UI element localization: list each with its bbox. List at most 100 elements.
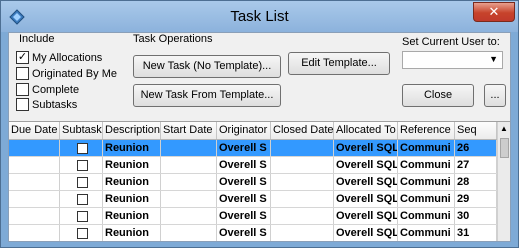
cell-description: Reunion [103,225,161,241]
close-button[interactable]: Close [402,84,474,107]
checkbox-complete[interactable]: Complete [16,82,79,97]
checkbox-subtasks[interactable]: Subtasks [16,97,77,112]
edit-template-button[interactable]: Edit Template... [288,52,390,75]
table-row[interactable]: Reunion Overell S Overell SQL Communi 29 [9,191,497,208]
checkbox-label: Subtasks [32,98,78,111]
cell-originator: Overell S [217,174,271,190]
window-title: Task List [230,8,289,25]
cell-description: Reunion [103,140,161,156]
vertical-scrollbar[interactable]: ▲ [497,122,510,241]
cell-closed-date [271,140,334,156]
subtask-checkbox[interactable] [76,210,88,222]
cell-originator: Overell S [217,208,271,224]
new-task-from-template-button[interactable]: New Task From Template... [133,84,281,107]
scroll-up-icon[interactable]: ▲ [500,124,508,133]
window-close-button[interactable]: ✕ [473,2,515,22]
scrollbar-thumb[interactable] [500,138,509,158]
cell-seq: 31 [455,225,497,241]
table-row[interactable]: Reunion Overell S Overell SQL Communi 27 [9,157,497,174]
cell-seq: 30 [455,208,497,224]
title-bar[interactable]: Task List ✕ [1,1,518,32]
checkbox-originated-by-me[interactable]: Originated By Me [16,66,117,81]
cell-closed-date [271,157,334,173]
cell-reference: Communi [398,191,455,207]
cell-allocated-to: Overell SQL [336,225,398,241]
current-user-label: Set Current User to: [402,36,500,48]
cell-due-date [9,191,60,207]
subtask-checkbox[interactable] [76,176,88,188]
cell-reference: Communi [398,140,455,156]
cell-originator: Overell S [217,191,271,207]
include-group-label: Include [19,33,55,45]
cell-allocated-to: Overell SQL [336,174,398,190]
column-header-closed-date[interactable]: Closed Date [271,122,334,139]
cell-seq: 29 [455,191,497,207]
cell-subtask[interactable] [60,174,103,190]
cell-subtask[interactable] [60,140,103,156]
grid-rows: Reunion Overell S Overell SQL Communi 26… [9,140,497,241]
cell-subtask[interactable] [60,208,103,224]
cell-allocated-to: Overell SQL [336,208,398,224]
cell-due-date [9,140,60,156]
cell-due-date [9,208,60,224]
cell-start-date [161,191,217,207]
table-row[interactable]: Reunion Overell S Overell SQL Communi 30 [9,208,497,225]
cell-subtask[interactable] [60,157,103,173]
subtask-checkbox[interactable] [76,227,88,239]
cell-start-date [161,157,217,173]
checkbox-box[interactable] [16,67,29,80]
column-header-allocated-to[interactable]: Allocated To [334,122,398,139]
cell-closed-date [271,174,334,190]
cell-allocated-to: Overell SQL [336,157,398,173]
cell-seq: 28 [455,174,497,190]
column-header-start-date[interactable]: Start Date [161,122,217,139]
task-list-window: Task List ✕ Include ✓ My Allocations Ori… [0,0,519,248]
column-header-reference[interactable]: Reference [398,122,455,139]
task-grid[interactable]: Due Date Subtask Description Start Date … [9,121,510,241]
checkbox-label: My Allocations [32,51,103,64]
client-area: Include ✓ My Allocations Originated By M… [8,32,511,242]
table-row[interactable]: Reunion Overell S Overell SQL Communi 26 [9,140,497,157]
cell-allocated-to: Overell SQL [336,191,398,207]
cell-description: Reunion [103,157,161,173]
cell-description: Reunion [103,191,161,207]
cell-due-date [9,225,60,241]
checkbox-box[interactable] [16,83,29,96]
column-header-due-date[interactable]: Due Date [9,122,60,139]
cell-start-date [161,174,217,190]
cell-seq: 27 [455,157,497,173]
column-header-originator[interactable]: Originator [217,122,271,139]
cell-originator: Overell S [217,225,271,241]
cell-description: Reunion [103,174,161,190]
column-header-subtask[interactable]: Subtask [60,122,103,139]
cell-closed-date [271,225,334,241]
column-header-description[interactable]: Description [103,122,161,139]
cell-originator: Overell S [217,157,271,173]
cell-reference: Communi [398,225,455,241]
table-row[interactable]: Reunion Overell S Overell SQL Communi 28 [9,174,497,191]
cell-subtask[interactable] [60,191,103,207]
checkbox-box[interactable]: ✓ [16,51,29,64]
cell-start-date [161,140,217,156]
cell-subtask[interactable] [60,225,103,241]
checkbox-label: Originated By Me [32,67,117,80]
subtask-checkbox[interactable] [76,142,88,154]
new-task-button[interactable]: New Task (No Template)... [133,55,281,78]
cell-start-date [161,208,217,224]
cell-due-date [9,157,60,173]
subtask-checkbox[interactable] [76,159,88,171]
checkbox-box[interactable] [16,98,29,111]
cell-allocated-to: Overell SQL [336,140,398,156]
cell-closed-date [271,191,334,207]
current-user-select[interactable]: ▼ [402,51,503,69]
chevron-down-icon[interactable]: ▼ [489,54,498,64]
cell-closed-date [271,208,334,224]
grid-header: Due Date Subtask Description Start Date … [9,122,497,140]
task-operations-label: Task Operations [133,33,213,45]
column-header-seq[interactable]: Seq [455,122,497,139]
table-row[interactable]: Reunion Overell S Overell SQL Communi 31 [9,225,497,241]
cell-reference: Communi [398,157,455,173]
checkbox-my-allocations[interactable]: ✓ My Allocations [16,50,102,65]
more-options-button[interactable]: ... [484,84,506,107]
subtask-checkbox[interactable] [76,193,88,205]
